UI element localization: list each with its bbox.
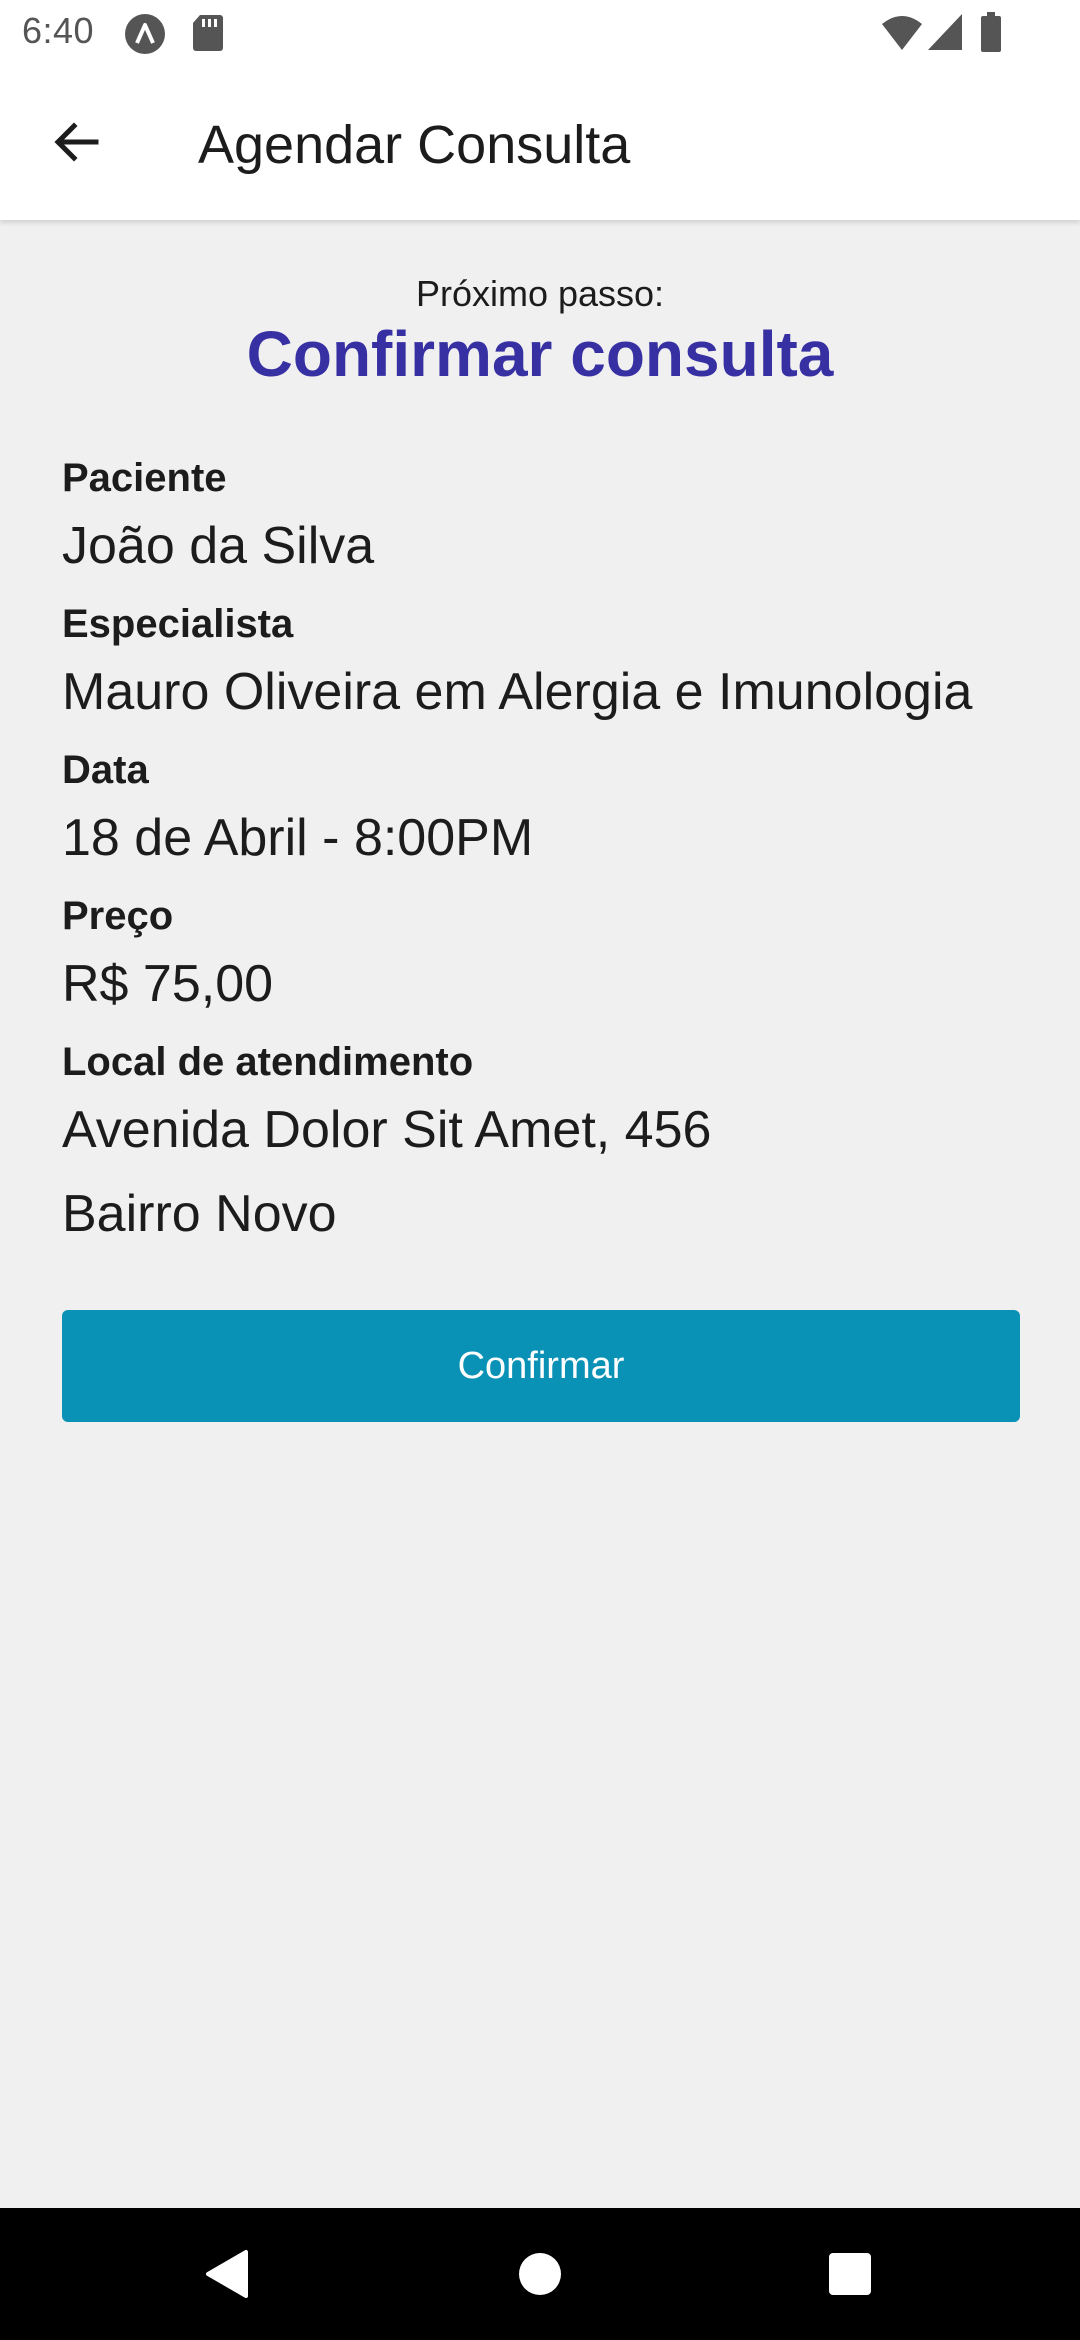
- back-button[interactable]: [36, 104, 116, 184]
- nav-home-icon[interactable]: [504, 2238, 576, 2310]
- date-label: Data: [62, 748, 149, 792]
- sd-card-icon: [192, 15, 224, 56]
- app-bar: Agendar Consulta: [0, 66, 1080, 220]
- confirm-button-label: Confirmar: [457, 1344, 625, 1387]
- specialist-label: Especialista: [62, 602, 294, 646]
- step-header: Próximo passo: Confirmar consulta: [0, 272, 1080, 392]
- app-notification-icon: [124, 13, 166, 60]
- price-value: R$ 75,00: [62, 955, 274, 1013]
- step-subtitle: Próximo passo:: [415, 273, 665, 314]
- status-time: 6:40: [22, 10, 95, 51]
- signal-icon: [928, 14, 962, 55]
- price-label: Preço: [62, 894, 174, 938]
- nav-recents-icon[interactable]: [814, 2238, 886, 2310]
- appointment-details: Paciente João da Silva Especialista Maur…: [62, 442, 1022, 1256]
- specialist-value: Mauro Oliveira em Alergia e Imunologia: [62, 663, 973, 721]
- nav-back-icon[interactable]: [190, 2238, 262, 2310]
- location-address-line1: Avenida Dolor Sit Amet, 456: [62, 1101, 712, 1159]
- battery-icon: [980, 12, 1002, 57]
- arrow-left-icon: [52, 118, 100, 171]
- page-title: Agendar Consulta: [198, 115, 631, 175]
- system-nav-bar: [0, 2208, 1080, 2340]
- location-address-line2: Bairro Novo: [62, 1185, 337, 1243]
- patient-value: João da Silva: [62, 517, 375, 575]
- confirm-button[interactable]: Confirmar: [62, 1310, 1020, 1422]
- status-bar: 6:40: [0, 0, 1080, 66]
- main-content: Próximo passo: Confirmar consulta Pacien…: [0, 220, 1080, 1243]
- location-label: Local de atendimento: [62, 1040, 474, 1084]
- date-value: 18 de Abril - 8:00PM: [62, 809, 534, 867]
- step-title: Confirmar consulta: [246, 318, 834, 390]
- patient-label: Paciente: [62, 456, 227, 500]
- wifi-icon: [882, 16, 922, 55]
